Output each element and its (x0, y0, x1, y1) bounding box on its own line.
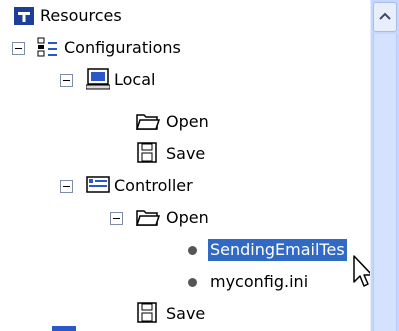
folder-open-icon (135, 110, 161, 132)
scroll-up-button[interactable] (373, 2, 397, 32)
tree-node-myconfig[interactable]: myconfig.ini (0, 266, 370, 298)
floppy-disk-icon (136, 302, 160, 324)
tree-label: Save (166, 304, 206, 323)
tree-node-local[interactable]: Local (0, 64, 370, 96)
next-node-icon (52, 326, 76, 331)
tree-label: Open (166, 208, 209, 227)
tree-label: myconfig.ini (210, 272, 309, 291)
collapse-icon[interactable] (110, 212, 123, 225)
tree-label: Save (166, 144, 206, 163)
mouse-cursor-icon (352, 254, 370, 290)
tree-label: Local (114, 70, 156, 89)
tree-label: Configurations (64, 38, 181, 57)
collapse-icon[interactable] (12, 42, 25, 55)
resources-tree-panel: Resources Configurations Local Open Save… (0, 0, 399, 331)
tree-label: Controller (114, 176, 193, 195)
resources-tree: Resources Configurations Local Open Save… (0, 0, 370, 331)
collapse-icon[interactable] (60, 180, 73, 193)
computer-icon (85, 68, 111, 90)
tree-node-resources[interactable]: Resources (0, 0, 370, 32)
scroll-thumb[interactable] (373, 34, 397, 331)
tree-node-controller-open[interactable]: Open (0, 202, 370, 234)
controller-icon (86, 174, 110, 196)
tree-label: Open (166, 112, 209, 131)
configurations-icon (36, 36, 60, 58)
tree-node-controller[interactable]: Controller (0, 170, 370, 202)
collapse-icon[interactable] (60, 74, 73, 87)
tree-node-local-save[interactable]: Save (0, 138, 370, 170)
tree-label: Resources (40, 6, 122, 25)
app-logo-icon (14, 7, 34, 25)
tree-node-local-open[interactable]: Open (0, 106, 370, 138)
vertical-scrollbar[interactable] (370, 0, 399, 331)
tree-node-sending-email-test[interactable]: SendingEmailTes (0, 234, 370, 266)
bullet-icon (188, 246, 197, 255)
bullet-icon (188, 278, 197, 287)
folder-open-icon (135, 206, 161, 228)
tree-label-selected: SendingEmailTes (208, 239, 347, 261)
chevron-up-icon (379, 12, 391, 20)
floppy-disk-icon (136, 142, 160, 164)
tree-node-configurations[interactable]: Configurations (0, 32, 370, 64)
